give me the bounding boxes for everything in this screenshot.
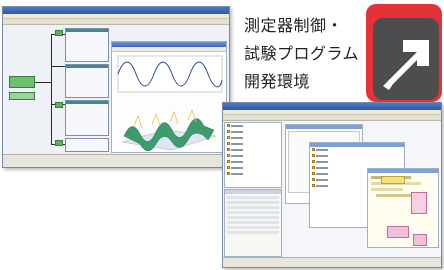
list-item-label: [316, 167, 328, 169]
block-diagram-screenshot: [2, 6, 230, 168]
tree-item-label: [231, 149, 243, 151]
code-line: [371, 188, 403, 191]
plot-area: [117, 55, 223, 93]
diagram-node: [55, 102, 63, 108]
properties-row: [227, 231, 279, 234]
project-tree-panel: [224, 122, 282, 188]
properties-header: [225, 190, 281, 194]
diagram-block: [9, 76, 35, 88]
properties-row: [227, 206, 279, 209]
list-item-label: [316, 155, 328, 157]
tree-item-label: [231, 137, 243, 139]
logo-tile: [373, 18, 439, 100]
folder-icon: [227, 166, 230, 169]
dialog-titlebar: [310, 143, 404, 147]
caption-line-2: 試験プログラム: [244, 44, 360, 63]
folder-icon: [312, 184, 315, 187]
properties-row: [227, 226, 279, 229]
toolbar: [223, 115, 441, 130]
diagram-wire: [51, 34, 52, 144]
folder-icon: [227, 148, 230, 151]
properties-row: [227, 201, 279, 204]
diagram-wire: [35, 82, 51, 83]
dialog-titlebar: [368, 169, 438, 173]
list-item-label: [316, 185, 328, 187]
caption-line-1: 測定器制御・: [244, 16, 344, 35]
list-item-label: [316, 161, 328, 163]
folder-icon: [227, 136, 230, 139]
properties-row: [227, 221, 279, 224]
product-logo: [366, 4, 442, 102]
window-titlebar: [3, 7, 229, 14]
surface-plot: [121, 108, 217, 152]
graph-window: [111, 41, 227, 153]
block-header: [66, 29, 108, 32]
tree-item-label: [231, 161, 243, 163]
diagram-node: [55, 30, 63, 36]
tree-item-label: [231, 143, 243, 145]
dialog-titlebar: [286, 125, 362, 129]
list-item[interactable]: [312, 154, 404, 159]
properties-panel: [224, 189, 282, 257]
list-item[interactable]: [312, 148, 404, 153]
list-item[interactable]: [312, 160, 404, 165]
tree-item-label: [231, 173, 243, 175]
list-item-label: [316, 179, 328, 181]
diagram-block: [65, 28, 109, 62]
folder-icon: [227, 160, 230, 163]
window-titlebar: [223, 103, 441, 110]
folder-icon: [312, 154, 315, 157]
tree-item[interactable]: [227, 136, 281, 141]
folder-icon: [227, 154, 230, 157]
tree-item[interactable]: [227, 172, 281, 177]
diagram-node: [55, 140, 63, 146]
highlighted-block: [381, 176, 405, 184]
arrow-up-right-icon: [383, 40, 429, 90]
toolbar: [3, 19, 229, 34]
list-item-label: [316, 173, 328, 175]
folder-icon: [312, 148, 315, 151]
tree-item[interactable]: [227, 130, 281, 135]
folder-icon: [312, 166, 315, 169]
tree-item[interactable]: [227, 148, 281, 153]
tree-item-label: [231, 167, 243, 169]
diagram-node: [413, 234, 427, 246]
tree-item-label: [231, 125, 243, 127]
properties-row: [227, 211, 279, 214]
tree-item-label: [231, 131, 243, 133]
diagram-wire: [51, 66, 65, 67]
block-header: [66, 101, 108, 104]
diagram-block: [65, 64, 109, 98]
sine-plot: [117, 55, 223, 93]
properties-row: [227, 216, 279, 219]
tree-item[interactable]: [227, 154, 281, 159]
folder-icon: [227, 142, 230, 145]
tree-item[interactable]: [227, 166, 281, 171]
folder-icon: [227, 130, 230, 133]
folder-icon: [227, 172, 230, 175]
block-header: [66, 65, 108, 68]
diagram-node: [411, 192, 427, 214]
tree-item-label: [231, 155, 243, 157]
ide-screenshot: [222, 102, 442, 268]
tree-item[interactable]: [227, 124, 281, 129]
tree-item[interactable]: [227, 160, 281, 165]
folder-icon: [312, 178, 315, 181]
folder-icon: [312, 172, 315, 175]
diagram-block: [65, 138, 109, 152]
diagram-block: [9, 92, 35, 100]
folder-icon: [312, 160, 315, 163]
tree-item[interactable]: [227, 142, 281, 147]
diagram-block: [65, 100, 109, 136]
folder-icon: [227, 124, 230, 127]
properties-row: [227, 196, 279, 199]
work-area: [283, 122, 441, 258]
caption-line-3: 開発環境: [244, 72, 311, 91]
diagram-node: [387, 226, 409, 238]
status-bar: [3, 154, 229, 167]
list-item-label: [316, 149, 328, 151]
status-bar: [223, 257, 441, 267]
